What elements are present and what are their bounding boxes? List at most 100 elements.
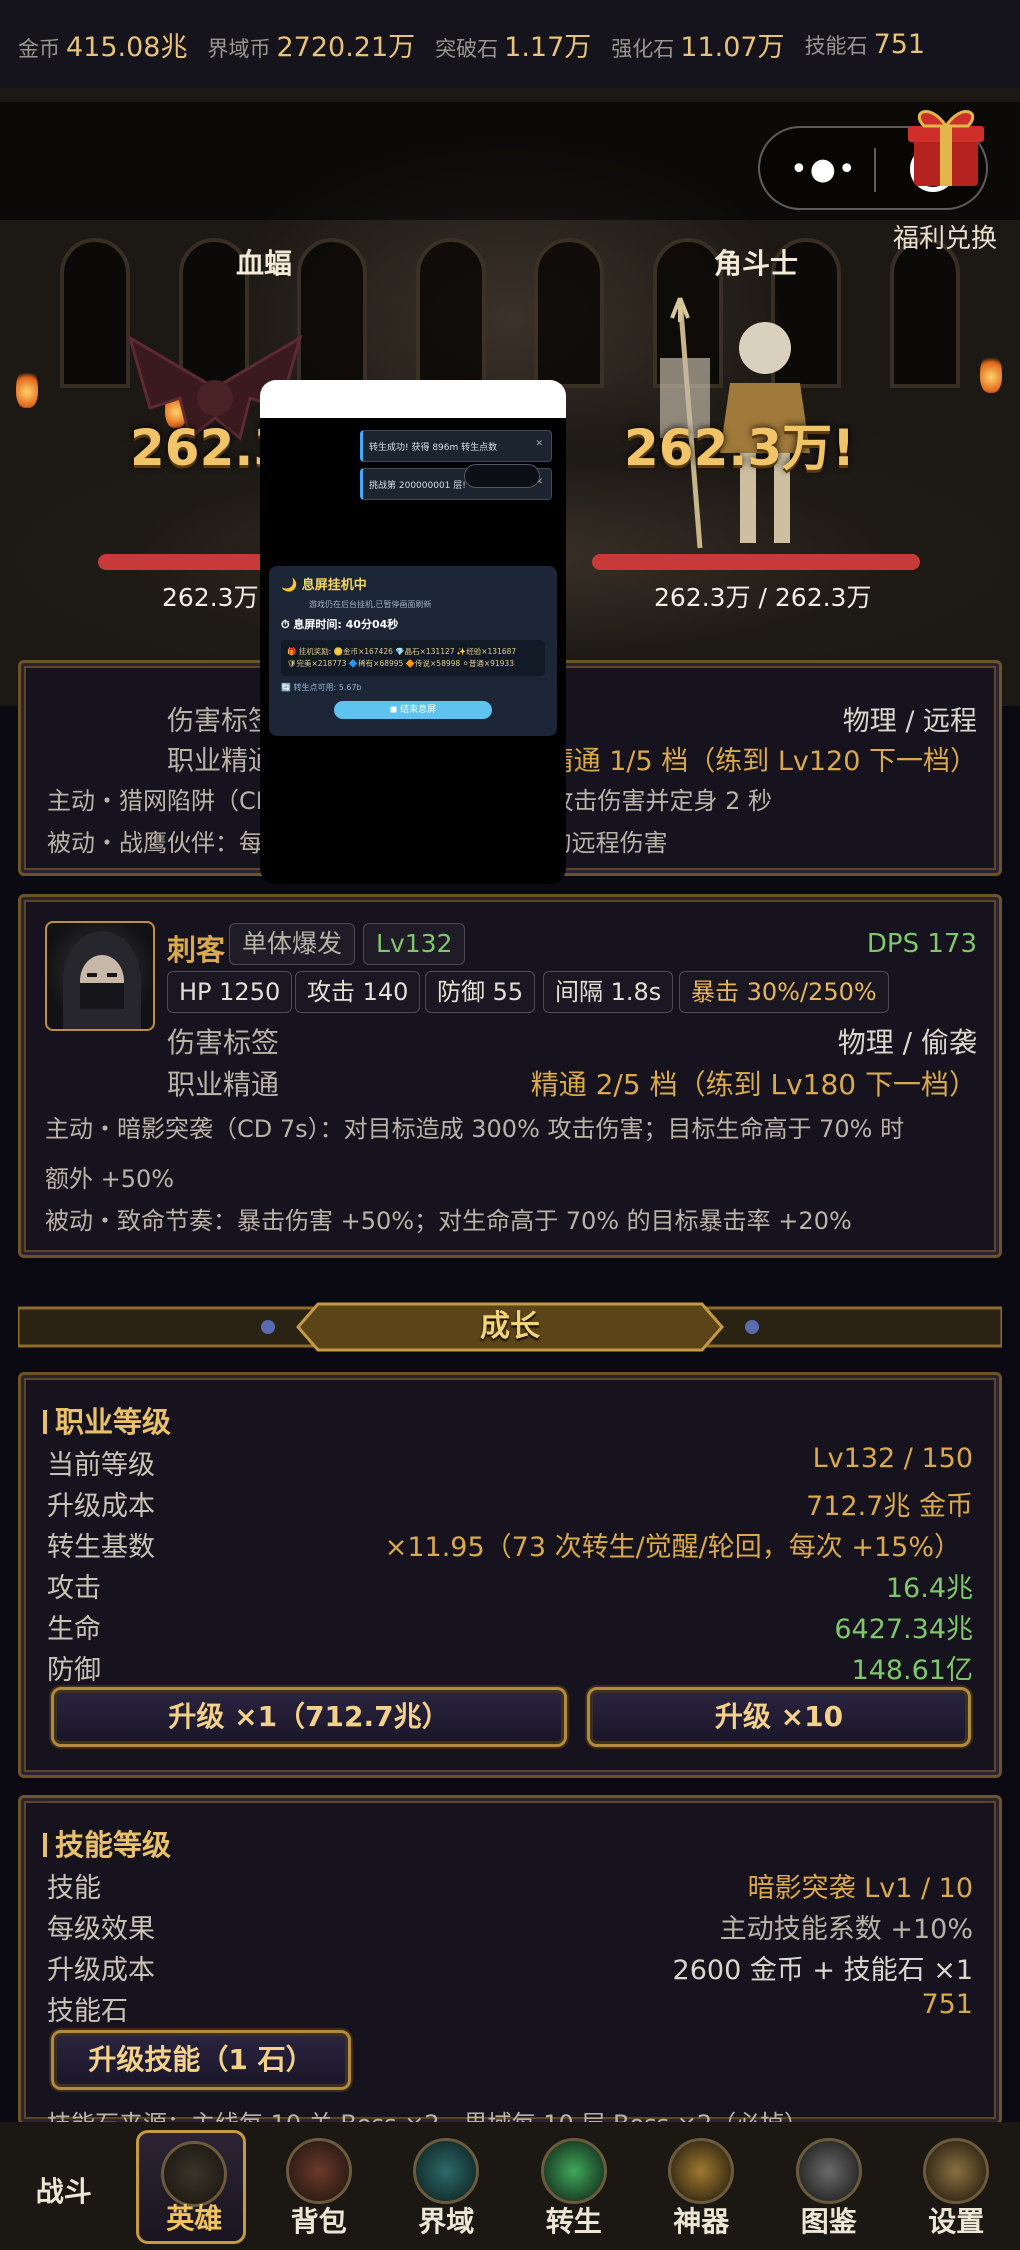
passive-skill-desc: 被动・致命节奏：暴击伤害 +50%；对生命高于 70% 的目标暴击率 +20%: [45, 1207, 852, 1235]
hp-value: 6427.34兆: [834, 1614, 973, 1645]
nav-label: 背包: [290, 2205, 347, 2238]
currency-label: 强化石: [611, 36, 675, 61]
bottom-nav: 战斗 英雄 背包 界域 转生 神器 图鉴 设置: [0, 2122, 1020, 2250]
nav-label: 设置: [928, 2205, 985, 2238]
toast-text: 转生成功! 获得 896m 转生点数: [369, 443, 498, 453]
nav-label: 英雄: [166, 2202, 223, 2235]
enemy-hp-bar: [592, 554, 920, 570]
defense-value: 148.61亿: [851, 1655, 973, 1686]
currency-skill-stone: 技能石 751: [805, 29, 926, 60]
portal-icon: [413, 2138, 480, 2204]
currency-value: 1.17万: [504, 31, 592, 63]
nav-rebirth[interactable]: 转生: [519, 2130, 629, 2244]
hero-card-assassin[interactable]: 刺客 单体爆发 Lv132 DPS 173 HP 1250 攻击 140 防御 …: [18, 894, 1002, 1258]
stat-attack: 攻击 140: [295, 971, 421, 1013]
skill-label: 技能: [47, 1873, 101, 1904]
mastery-value: 精通 2/5 档（练到 Lv180 下一档）: [530, 1068, 977, 1101]
defense-label: 防御: [47, 1655, 101, 1686]
currency-label: 突破石: [435, 36, 499, 61]
attack-value: 16.4兆: [885, 1573, 973, 1604]
rebirth-orb-icon: [540, 2138, 607, 2204]
section-title: 技能等级: [43, 1822, 171, 1864]
currency-enhance-stone: 强化石 11.07万: [611, 25, 784, 64]
toast-rebirth: 转生成功! 获得 896m 转生点数 ✕: [360, 430, 552, 462]
currency-value: 2720.21万: [276, 31, 416, 63]
stat-hp: HP 1250: [167, 971, 293, 1013]
nav-realm[interactable]: 界域: [391, 2130, 501, 2244]
active-skill-desc-cont: 额外 +50%: [45, 1165, 175, 1193]
end-sleep-button[interactable]: ◼ 结束息屏: [334, 701, 492, 719]
sleep-reward-line: 🛡完美×218773 🔷稀有×68995 🔶传说×58998 ⚪普通×91933: [287, 659, 514, 668]
attack-label: 攻击: [47, 1573, 101, 1604]
nav-artifact[interactable]: 神器: [646, 2130, 756, 2244]
skill-stone-label: 技能石: [47, 1996, 128, 2027]
codex-icon: [795, 2138, 862, 2204]
backpack-icon: [285, 2138, 352, 2204]
sleep-title: 🌙 息屏挂机中: [281, 578, 367, 593]
upgrade-cost-label: 升级成本: [47, 1491, 155, 1522]
sleep-reward-line: 🎁 挂机奖励: 🪙金币×167426 💎晶石×131127 ✨经验×131687: [287, 647, 517, 656]
nav-battle[interactable]: 战斗: [9, 2130, 119, 2244]
currency-breakthrough-stone: 突破石 1.17万: [435, 25, 591, 64]
per-level-effect-value: 主动技能系数 +10%: [719, 1914, 973, 1945]
currency-label: 技能石: [804, 33, 868, 58]
trophy-icon: [668, 2138, 735, 2204]
enemy-hp-text: 262.3万 / 262.3万: [654, 583, 872, 612]
stat-interval: 间隔 1.8s: [543, 971, 674, 1013]
damage-tag-value: 物理 / 远程: [842, 706, 977, 737]
close-icon[interactable]: ✕: [535, 439, 543, 449]
skill-value: 暗影突袭 Lv1 / 10: [747, 1873, 973, 1904]
sleep-rebirth-points: 🔄 转生点可用: 5.67b: [281, 683, 362, 692]
currency-label: 金币: [18, 36, 60, 61]
upgrade-x10-button[interactable]: 升级 ×10: [587, 1687, 971, 1747]
gift-box-icon[interactable]: [900, 98, 992, 194]
nav-hero[interactable]: 英雄: [136, 2130, 247, 2244]
upgrade-cost-value: 712.7兆 金币: [806, 1491, 973, 1522]
damage-tag-value: 物理 / 偷袭: [837, 1026, 977, 1059]
nav-backpack[interactable]: 背包: [264, 2130, 374, 2244]
active-skill-desc: 主动・暗影突袭（CD 7s）：对目标造成 300% 攻击伤害；目标生命高于 70…: [45, 1115, 905, 1143]
toast-text: 挑战第 200000001 层!: [369, 481, 466, 491]
hero-type-tag: 单体爆发: [229, 923, 356, 965]
growth-section-banner: 成长: [18, 1298, 1002, 1356]
section-title: 职业等级: [43, 1399, 171, 1441]
hero-name: 刺客: [167, 933, 226, 967]
screen-preview-overlay: 转生成功! 获得 896m 转生点数 ✕ 挑战第 200000001 层! ✕ 🌙 …: [260, 380, 566, 884]
upgrade-skill-button[interactable]: 升级技能（1 石）: [51, 2030, 351, 2090]
mastery-value: 精通 1/5 档（练到 Lv120 下一档）: [546, 746, 977, 777]
skill-level-panel: 技能等级 技能 暗影突袭 Lv1 / 10 每级效果 主动技能系数 +10% 升…: [18, 1795, 1002, 2138]
damage-tag-label: 伤害标签: [167, 706, 275, 737]
enemy-name: 角斗士: [714, 247, 799, 280]
nav-settings[interactable]: 设置: [901, 2130, 1011, 2244]
growth-title: 成长: [480, 1309, 540, 1344]
nav-label: 神器: [673, 2205, 730, 2238]
preview-top-bar: [260, 380, 566, 418]
nav-label: 界域: [418, 2205, 475, 2238]
damage-tag-label: 伤害标签: [167, 1026, 280, 1059]
torch-icon: [16, 368, 38, 408]
more-icon[interactable]: •●•: [790, 152, 858, 187]
class-level-panel: 职业等级 当前等级 Lv132 / 150 升级成本 712.7兆 金币 转生基…: [18, 1372, 1002, 1778]
currency-bar: 金币 415.08兆 界域币 2720.21万 突破石 1.17万 强化石 11…: [0, 0, 1020, 88]
mini-capsule-icon: [464, 464, 540, 488]
per-level-effect-label: 每级效果: [47, 1914, 155, 1945]
currency-value: 11.07万: [680, 31, 785, 63]
nav-codex[interactable]: 图鉴: [774, 2130, 884, 2244]
currency-value: 751: [873, 28, 926, 60]
rebirth-base-value: ×11.95（73 次转生/觉醒/轮回，每次 +15%）: [384, 1532, 961, 1563]
torch-icon: [980, 353, 1002, 393]
hero-dps: DPS 173: [866, 929, 977, 959]
nav-label: 转生: [545, 2205, 602, 2238]
hero-level-tag: Lv132: [363, 923, 466, 965]
rebirth-base-label: 转生基数: [47, 1532, 155, 1563]
sleep-mode-card: 🌙 息屏挂机中 游戏仍在后台挂机,已暂停画面刷新 ⏱ 息屏时间: 40分04秒 …: [269, 566, 557, 736]
currency-realm-coin: 界域币 2720.21万: [207, 25, 415, 64]
sleep-rewards: 🎁 挂机奖励: 🪙金币×167426 💎晶石×131127 ✨经验×131687…: [281, 640, 545, 676]
stat-defense: 防御 55: [425, 971, 536, 1013]
hero-avatar: [45, 921, 155, 1031]
currency-gold: 金币 415.08兆: [18, 25, 187, 64]
welfare-exchange-label[interactable]: 福利兑换: [893, 218, 997, 255]
upgrade-x1-button[interactable]: 升级 ×1（712.7兆）: [51, 1687, 567, 1747]
mastery-label: 职业精通: [167, 746, 275, 777]
skill-stone-value: 751: [921, 1989, 973, 2020]
